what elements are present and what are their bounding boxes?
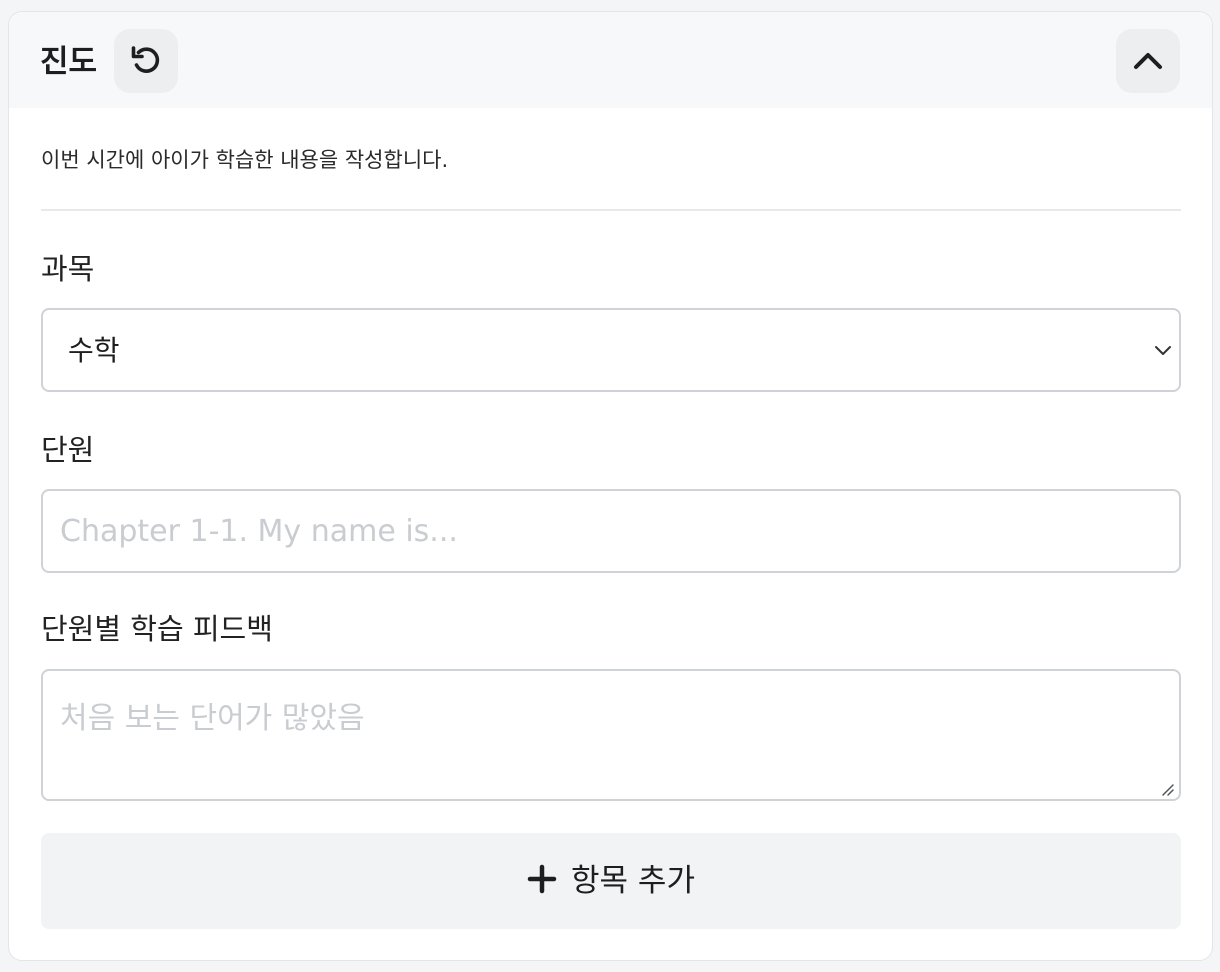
subject-label: 과목	[41, 252, 95, 286]
subject-select-value: 수학	[68, 334, 120, 367]
progress-card: 진도 이번 시간에 아이가 학습한 내용을 작성합니다. 과목 수학 단원 Ch…	[8, 11, 1213, 961]
section-description: 이번 시간에 아이가 학습한 내용을 작성합니다.	[41, 148, 449, 172]
unit-label: 단원	[41, 433, 95, 467]
card-header: 진도	[9, 12, 1212, 108]
plus-icon	[527, 864, 557, 898]
unit-input[interactable]	[41, 489, 1181, 573]
collapse-button[interactable]	[1116, 29, 1180, 93]
chevron-up-icon	[1133, 51, 1163, 71]
chevron-down-icon	[1153, 342, 1173, 361]
reset-button[interactable]	[114, 29, 178, 93]
add-item-label: 항목 추가	[571, 863, 695, 899]
resize-handle-icon[interactable]	[1159, 781, 1175, 801]
feedback-label: 단원별 학습 피드백	[41, 612, 273, 646]
divider	[41, 209, 1181, 211]
add-item-button[interactable]: 항목 추가	[41, 833, 1181, 929]
feedback-textarea[interactable]	[41, 669, 1181, 801]
reset-icon	[129, 44, 163, 78]
subject-select[interactable]: 수학	[41, 308, 1181, 392]
section-title: 진도	[40, 44, 98, 80]
